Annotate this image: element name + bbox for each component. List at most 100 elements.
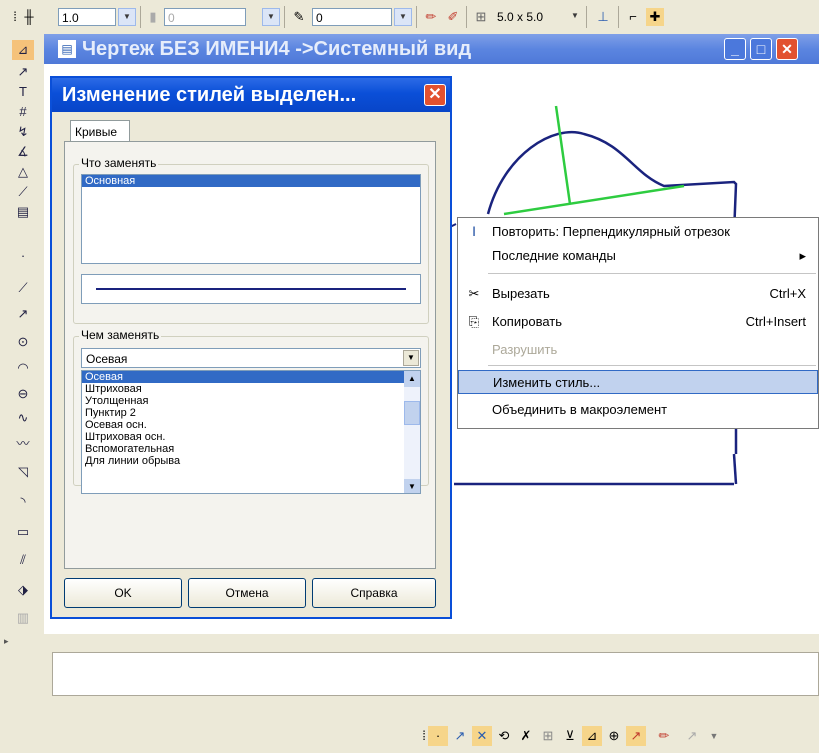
style-dropdown[interactable]: ▼ bbox=[394, 8, 412, 26]
dropdown-option[interactable]: Утолщенная bbox=[82, 395, 420, 407]
select-icon[interactable]: ⟋ bbox=[12, 182, 34, 202]
scale-field[interactable]: 1.0 bbox=[58, 8, 116, 26]
segment-icon[interactable]: ↗ bbox=[12, 304, 34, 324]
grid-step-dropdown[interactable]: ▼ bbox=[568, 8, 582, 26]
style-field[interactable]: 0 bbox=[312, 8, 392, 26]
expand-icon[interactable]: ▸ bbox=[4, 636, 9, 647]
menu-item-cut[interactable]: ✂ Вырезать Ctrl+X bbox=[458, 282, 818, 306]
circle-icon[interactable]: ⊙ bbox=[12, 332, 34, 352]
snap-eraser-icon[interactable]: ✏ bbox=[654, 726, 674, 746]
menu-item-change-style[interactable]: Изменить стиль... bbox=[458, 370, 818, 394]
equidistant-icon[interactable]: ⫽ bbox=[12, 550, 34, 570]
dropdown-option[interactable]: Вспомогательная bbox=[82, 443, 420, 455]
pen-icon[interactable]: ✐ bbox=[444, 8, 462, 26]
snap-point-icon[interactable]: · bbox=[428, 726, 448, 746]
submenu-arrow-icon: ▸ bbox=[799, 248, 806, 263]
collection-icon[interactable]: ▥ bbox=[12, 608, 34, 628]
measure-icon[interactable]: △ bbox=[12, 162, 34, 182]
tab-panel: Что заменять Основная Чем заменять Осева… bbox=[64, 141, 436, 569]
property-bar[interactable] bbox=[52, 652, 819, 696]
menu-item-repeat[interactable]: Ⅰ Повторить: Перпендикулярный отрезок bbox=[458, 220, 818, 244]
edit-icon[interactable]: ↯ bbox=[12, 122, 34, 142]
snap-toolbar: ⁞ · ↗ ✕ ⟲ ✗ ⊞ ⊻ ⊿ ⊕ ↗ ✏ ↗ ▼ bbox=[410, 722, 800, 750]
snap-middle-icon[interactable]: ↗ bbox=[626, 726, 646, 746]
ok-button[interactable]: OK bbox=[64, 578, 182, 608]
scroll-up-icon[interactable]: ▲ bbox=[404, 371, 420, 387]
minimize-button[interactable]: _ bbox=[724, 38, 746, 60]
dropdown-option[interactable]: Осевая bbox=[82, 371, 420, 383]
snap-grid-icon[interactable]: ⊞ bbox=[538, 726, 558, 746]
menu-item-merge[interactable]: Объединить в макроэлемент bbox=[458, 398, 818, 422]
style-icon[interactable]: ✎ bbox=[290, 8, 308, 26]
snap-toggle-icon[interactable]: ╫ bbox=[20, 8, 38, 26]
dropdown-option[interactable]: Для линии обрыва bbox=[82, 455, 420, 467]
dialog-close-button[interactable]: ✕ bbox=[424, 84, 446, 106]
dropdown-option[interactable]: Штриховая осн. bbox=[82, 431, 420, 443]
param-icon[interactable]: ∡ bbox=[12, 142, 34, 162]
menu-separator bbox=[488, 273, 816, 274]
perpendicular-segment-1 bbox=[554, 105, 572, 205]
snap-normal-icon[interactable]: ⊻ bbox=[560, 726, 580, 746]
dropdown-scrollbar[interactable]: ▲ ▼ bbox=[404, 371, 420, 493]
polyline-icon[interactable]: 〰 bbox=[12, 434, 34, 454]
dialog-titlebar[interactable]: Изменение стилей выделен... ✕ bbox=[52, 78, 450, 112]
fillet-icon[interactable]: ◝ bbox=[12, 492, 34, 512]
list-item[interactable]: Основная bbox=[82, 175, 420, 187]
arc-icon[interactable]: ◠ bbox=[12, 358, 34, 378]
chamfer-icon[interactable]: ◹ bbox=[12, 462, 34, 482]
chevron-down-icon[interactable]: ▼ bbox=[704, 726, 724, 746]
snap-tangent-icon[interactable]: ⟲ bbox=[494, 726, 514, 746]
replace-what-label: Что заменять bbox=[79, 156, 159, 170]
scale-dropdown[interactable]: ▼ bbox=[118, 8, 136, 26]
tab-curves[interactable]: Кривые bbox=[70, 120, 130, 142]
scroll-down-icon[interactable]: ▼ bbox=[404, 479, 420, 493]
grid-step-field[interactable]: 5.0 x 5.0 bbox=[494, 8, 566, 26]
menu-item-copy[interactable]: ⎘ Копировать Ctrl+Insert bbox=[458, 310, 818, 334]
help-button[interactable]: Справка bbox=[312, 578, 436, 608]
contour-icon[interactable]: ⬗ bbox=[12, 580, 34, 600]
style-dropdown-list[interactable]: Осевая Штриховая Утолщенная Пунктир 2 Ос… bbox=[81, 370, 421, 494]
snap-icon[interactable]: ✚ bbox=[646, 8, 664, 26]
menu-item-destroy[interactable]: Разрушить bbox=[458, 338, 818, 362]
contour-bottom-right bbox=[732, 453, 738, 485]
grid-icon[interactable]: ⊞ bbox=[472, 8, 490, 26]
snap-local-icon[interactable]: ⊿ bbox=[582, 726, 602, 746]
dropdown-option[interactable]: Штриховая bbox=[82, 383, 420, 395]
replace-what-list[interactable]: Основная bbox=[81, 174, 421, 264]
cancel-button[interactable]: Отмена bbox=[188, 578, 306, 608]
text-icon[interactable]: Т bbox=[12, 82, 34, 102]
dropdown-option[interactable]: Пунктир 2 bbox=[82, 407, 420, 419]
maximize-button[interactable]: □ bbox=[750, 38, 772, 60]
geometry-icon[interactable]: ⊿ bbox=[12, 40, 34, 60]
layer-color-icon[interactable]: ▮ bbox=[144, 8, 162, 26]
rectangle-icon[interactable]: ▭ bbox=[12, 522, 34, 542]
snap-nearest-icon[interactable]: ↗ bbox=[450, 726, 470, 746]
menu-item-recent[interactable]: Последние команды ▸ bbox=[458, 244, 818, 268]
hatch-icon[interactable]: # bbox=[12, 102, 34, 122]
replace-with-select[interactable]: Осевая ▼ bbox=[81, 348, 421, 368]
drawing-window-titlebar[interactable]: ▤ Чертеж БЕЗ ИМЕНИ4 ->Системный вид _ □ … bbox=[44, 34, 819, 64]
layer-dropdown[interactable]: ▼ bbox=[262, 8, 280, 26]
dimension-icon[interactable]: ↗ bbox=[12, 62, 34, 82]
close-button[interactable]: ✕ bbox=[776, 38, 798, 60]
snap-intersection-icon[interactable]: ✕ bbox=[472, 726, 492, 746]
chevron-down-icon[interactable]: ▼ bbox=[403, 350, 419, 366]
layer-field[interactable]: 0 bbox=[164, 8, 246, 26]
ellipse-icon[interactable]: ⊖ bbox=[12, 384, 34, 404]
line-icon[interactable]: ⟋ bbox=[12, 278, 34, 298]
axis-icon[interactable]: ⊥ bbox=[594, 8, 612, 26]
change-style-dialog: Изменение стилей выделен... ✕ Кривые Что… bbox=[50, 76, 452, 619]
spline-icon[interactable]: ∿ bbox=[12, 408, 34, 428]
ortho-icon[interactable]: ⌐ bbox=[624, 8, 642, 26]
spec-icon[interactable]: ▤ bbox=[12, 202, 34, 222]
point-icon[interactable]: · bbox=[12, 246, 34, 266]
snap-settings-icon[interactable]: ↗ bbox=[682, 726, 702, 746]
scroll-thumb[interactable] bbox=[404, 401, 420, 425]
dropdown-option[interactable]: Осевая осн. bbox=[82, 419, 420, 431]
snap-angle-icon[interactable]: ✗ bbox=[516, 726, 536, 746]
eraser-icon[interactable]: ✏ bbox=[422, 8, 440, 26]
left-toolbar: ⊿ ↗ Т # ↯ ∡ △ ⟋ ▤ · ⟋ ↗ ⊙ ◠ ⊖ ∿ 〰 ◹ ◝ ▭ … bbox=[0, 34, 45, 640]
context-menu: Ⅰ Повторить: Перпендикулярный отрезок По… bbox=[457, 217, 819, 429]
scissors-icon: ✂ bbox=[468, 286, 480, 301]
snap-center-icon[interactable]: ⊕ bbox=[604, 726, 624, 746]
